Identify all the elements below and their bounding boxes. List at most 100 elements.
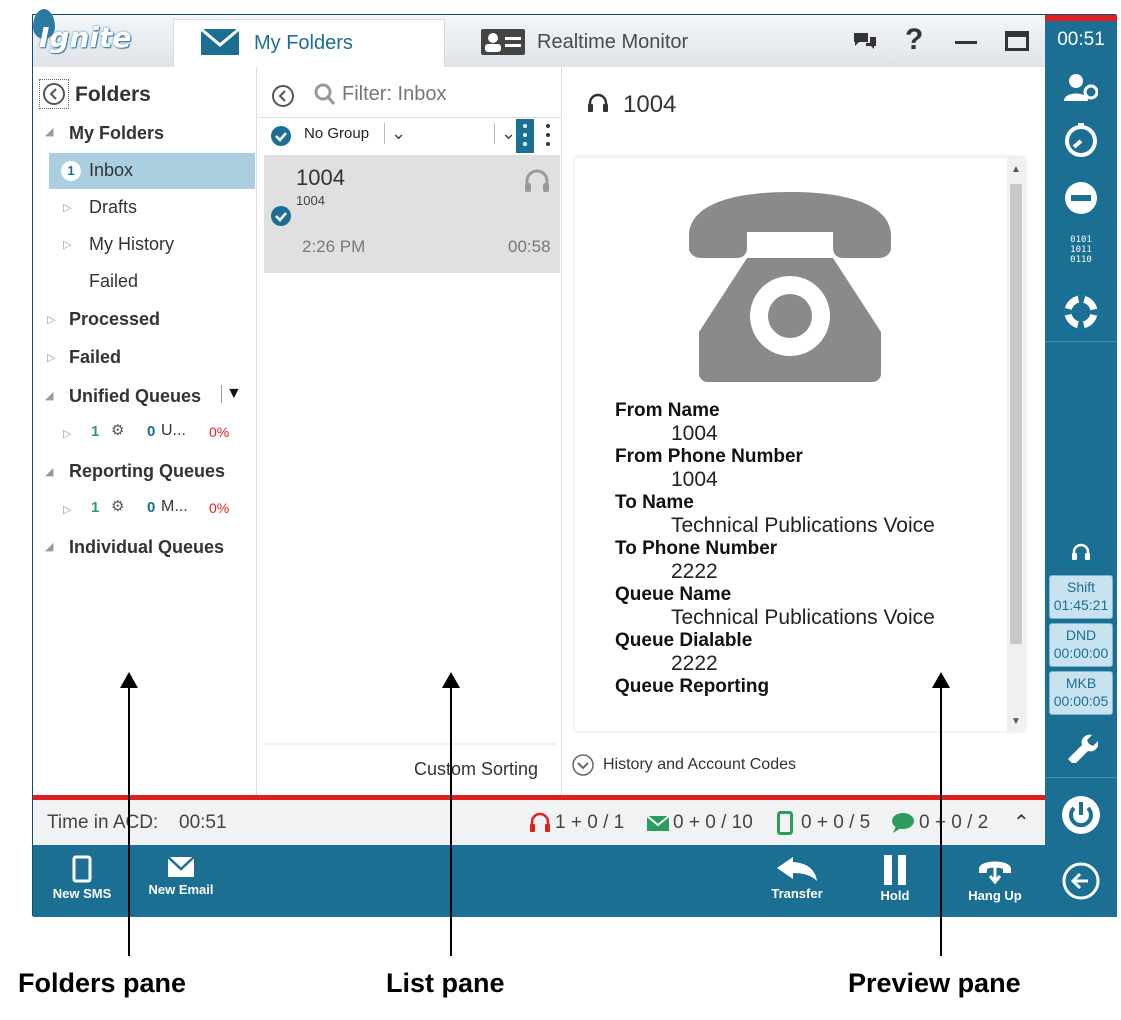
scrollbar-thumb[interactable] (1010, 184, 1022, 644)
preview-content: From Name 1004 From Phone Number 1004 To… (575, 157, 1025, 732)
power-icon[interactable] (1045, 795, 1117, 835)
chevron-down-circle-icon[interactable] (571, 753, 595, 777)
sort-chevron-down-icon[interactable]: ⌄ (494, 123, 516, 144)
uq-name[interactable]: U... (161, 422, 186, 440)
new-email-button[interactable]: New Email (141, 855, 221, 897)
do-not-disturb-icon[interactable] (1045, 181, 1117, 215)
expand-triangle-icon[interactable]: ◢ (45, 389, 53, 402)
field-label: Queue Name (615, 584, 732, 605)
mkb-status[interactable]: MKB 00:00:05 (1049, 671, 1113, 715)
hang-up-label: Hang Up (968, 888, 1022, 903)
transfer-button[interactable]: Transfer (761, 855, 833, 901)
chat-count[interactable]: 0 + 0 / 2 (919, 812, 988, 834)
preview-scrollbar[interactable]: ▲ ▼ (1007, 158, 1025, 732)
uq-count-a: 1 (91, 423, 100, 440)
tab-realtime-monitor[interactable]: Realtime Monitor (473, 25, 773, 61)
folder-inbox[interactable]: 1 Inbox (49, 153, 255, 189)
pause-icon (884, 855, 906, 885)
uq-count-b: 0 (147, 423, 156, 440)
uq-percent: 0% (209, 424, 230, 440)
collapse-folders-button[interactable] (39, 79, 69, 109)
scroll-down-icon[interactable]: ▼ (1011, 716, 1021, 727)
shift-status[interactable]: Shift 01:45:21 (1049, 575, 1113, 619)
rq-name[interactable]: M... (161, 498, 188, 516)
expand-triangle-icon[interactable]: ▷ (63, 427, 71, 440)
folder-failed-sub[interactable]: Failed (89, 271, 138, 292)
expand-triangle-icon[interactable]: ▷ (63, 238, 71, 251)
dot (546, 142, 550, 146)
new-sms-button[interactable]: New SMS (47, 855, 117, 901)
list-options-button[interactable] (516, 119, 534, 153)
headset-icon (525, 169, 549, 192)
binary-codes-icon[interactable]: 0101 1011 0110 (1045, 235, 1117, 265)
new-email-label: New Email (148, 882, 214, 897)
expand-triangle-icon[interactable]: ◢ (45, 125, 53, 138)
inbox-count-badge: 1 (61, 161, 81, 181)
scroll-up-icon[interactable]: ▲ (1011, 164, 1021, 175)
folder-reporting-queues[interactable]: Reporting Queues (69, 461, 225, 482)
agent-settings-icon[interactable] (1045, 73, 1117, 101)
back-arrow-icon[interactable] (1045, 861, 1117, 901)
check-circle-icon[interactable] (270, 125, 292, 147)
hold-button[interactable]: Hold (863, 855, 927, 903)
group-chevron-down-icon[interactable]: ⌄ (384, 123, 406, 144)
app-logo: Ignite (39, 21, 132, 54)
item-check-icon[interactable] (270, 205, 292, 227)
history-account-codes-toggle[interactable]: History and Account Codes (603, 756, 796, 774)
mkb-time: 00:00:05 (1053, 693, 1109, 709)
help-icon[interactable]: ? (905, 23, 923, 57)
expand-triangle-icon[interactable]: ▷ (63, 503, 71, 516)
chat-bubbles-icon[interactable] (853, 31, 877, 51)
expand-triangle-icon[interactable]: ◢ (45, 465, 53, 478)
folder-processed[interactable]: Processed (69, 309, 160, 330)
minimize-icon[interactable] (955, 41, 977, 44)
telephone-icon (689, 192, 891, 382)
rail-status-strip (1045, 15, 1117, 21)
list-pane-pointer (450, 680, 452, 956)
folder-drafts[interactable]: Drafts (89, 197, 137, 218)
folder-individual-queues[interactable]: Individual Queues (69, 537, 224, 558)
list-item[interactable]: 1004 1004 2:26 PM 00:58 (264, 155, 560, 273)
sms-count[interactable]: 0 + 0 / 5 (801, 812, 870, 834)
dnd-label: DND (1065, 627, 1097, 643)
expand-triangle-icon[interactable]: ◢ (45, 540, 53, 553)
dnd-time: 00:00:00 (1053, 645, 1109, 661)
email-count[interactable]: 0 + 0 / 10 (673, 812, 753, 834)
folder-my-folders[interactable]: My Folders (69, 123, 164, 144)
top-bar: Ignite My Folders Realtime Monitor ? (33, 9, 1045, 67)
more-options-icon[interactable] (540, 119, 556, 153)
arrowhead-icon (442, 672, 460, 688)
maximize-icon[interactable] (1005, 31, 1029, 51)
field-label: Queue Dialable (615, 630, 753, 651)
folder-unified-queues[interactable]: Unified Queues (69, 386, 201, 407)
headset-icon (588, 93, 608, 112)
unified-queues-dropdown-icon[interactable]: ▼ (221, 385, 242, 403)
rail-divider-2 (1045, 777, 1117, 778)
custom-sorting-link[interactable]: Custom Sorting (414, 759, 538, 780)
collapse-list-icon[interactable] (270, 83, 296, 109)
folder-my-history[interactable]: My History (89, 234, 174, 255)
expand-triangle-icon[interactable]: ▷ (47, 313, 55, 326)
expand-triangle-icon[interactable]: ▷ (47, 351, 55, 364)
list-pane-label: List pane (386, 968, 505, 998)
wrench-icon[interactable] (1045, 729, 1117, 763)
field-value: 2222 (671, 560, 718, 583)
timer-icon[interactable] (1045, 123, 1117, 157)
hang-up-button[interactable]: Hang Up (955, 855, 1035, 903)
list-item-sub: 1004 (296, 193, 325, 208)
dnd-status[interactable]: DND 00:00:00 (1049, 623, 1113, 667)
expand-up-icon[interactable]: ⌃ (1013, 810, 1030, 835)
acd-time: 00:51 (179, 812, 227, 833)
folder-failed[interactable]: Failed (69, 347, 121, 368)
list-pane: No Group ⌄ ⌄ 1004 1004 2:26 PM 00:58 Cus… (258, 67, 562, 797)
preview-header: 1004 (623, 91, 677, 118)
hold-label: Hold (880, 888, 910, 903)
tab-my-folders[interactable]: My Folders (173, 19, 445, 67)
arrowhead-icon (932, 672, 950, 688)
voice-count[interactable]: 1 + 0 / 1 (555, 812, 624, 834)
dot (523, 142, 527, 146)
filter-input[interactable] (342, 79, 542, 109)
lifebuoy-icon[interactable] (1045, 295, 1117, 329)
group-select[interactable]: No Group (304, 125, 369, 142)
expand-triangle-icon[interactable]: ▷ (63, 201, 71, 214)
